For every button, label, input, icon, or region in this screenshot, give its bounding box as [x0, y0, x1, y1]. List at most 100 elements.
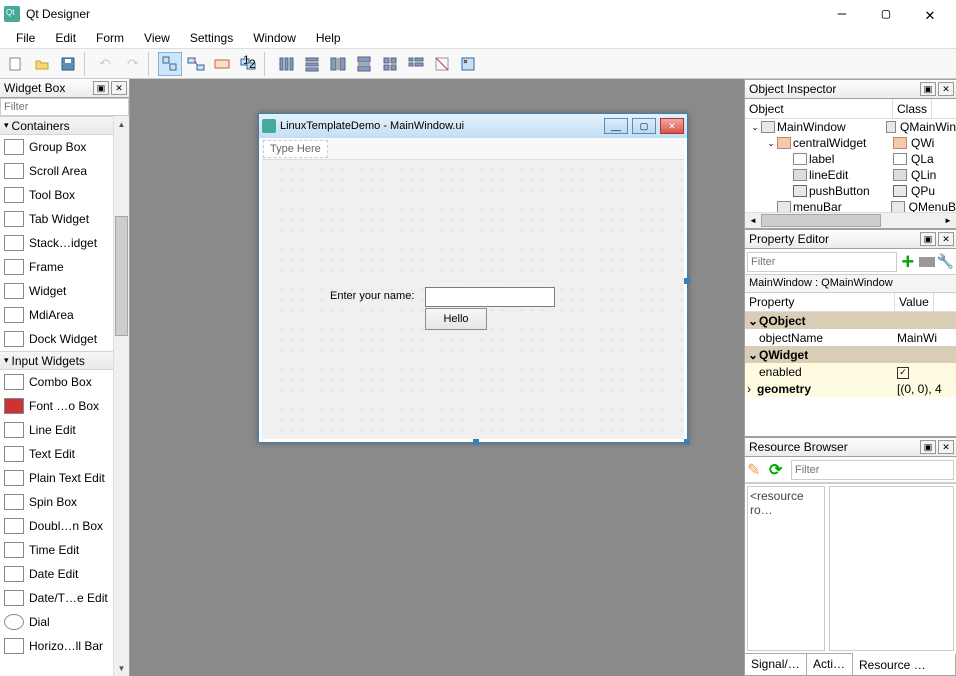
add-property-icon[interactable]: +: [899, 251, 917, 273]
form-window[interactable]: LinuxTemplateDemo - MainWindow.ui __ ▢ ✕…: [258, 113, 688, 443]
object-column[interactable]: Object: [745, 99, 893, 118]
resource-filter-input[interactable]: [791, 460, 954, 480]
form-maximize-button[interactable]: ▢: [632, 118, 656, 134]
break-layout-icon[interactable]: [430, 52, 454, 76]
form-minimize-button[interactable]: __: [604, 118, 628, 134]
object-row-MainWindow[interactable]: ⌄MainWindowQMainWin: [745, 119, 956, 135]
prop-section-qwidget[interactable]: ⌄QWidget: [745, 346, 956, 363]
layout-horizontal-icon[interactable]: [274, 52, 298, 76]
widget-item-tabwidget[interactable]: Tab Widget: [0, 207, 129, 231]
menu-view[interactable]: View: [134, 29, 180, 47]
widget-item-textedit[interactable]: Text Edit: [0, 442, 129, 466]
menu-settings[interactable]: Settings: [180, 29, 243, 47]
widget-box-category-containers[interactable]: ▾Containers: [0, 116, 129, 135]
object-inspector-close-button[interactable]: ✕: [938, 82, 954, 96]
window-minimize-button[interactable]: —: [820, 0, 864, 28]
mdi-area[interactable]: LinuxTemplateDemo - MainWindow.ui __ ▢ ✕…: [130, 79, 744, 676]
prop-row-enabled[interactable]: enabled✓: [745, 363, 956, 380]
resize-handle-e[interactable]: [684, 278, 690, 284]
form-titlebar[interactable]: LinuxTemplateDemo - MainWindow.ui __ ▢ ✕: [259, 114, 687, 138]
property-grid[interactable]: ⌄QObject objectNameMainWi ⌄QWidget enabl…: [745, 312, 956, 422]
new-form-icon[interactable]: [4, 52, 28, 76]
class-column[interactable]: Class: [893, 99, 932, 118]
layout-vsplit-icon[interactable]: [352, 52, 376, 76]
widget-item-doublespinbox[interactable]: Doubl…n Box: [0, 514, 129, 538]
undo-icon[interactable]: [94, 52, 118, 76]
object-row-menuBar[interactable]: menuBarQMenuB: [745, 199, 956, 212]
enabled-checkbox[interactable]: ✓: [897, 367, 909, 379]
layout-form-icon[interactable]: [404, 52, 428, 76]
type-here-placeholder[interactable]: Type Here: [263, 140, 328, 158]
widget-item-groupbox[interactable]: Group Box: [0, 135, 129, 159]
menu-form[interactable]: Form: [86, 29, 134, 47]
edit-widgets-icon[interactable]: [158, 52, 182, 76]
widget-item-dockwidget[interactable]: Dock Widget: [0, 327, 129, 351]
edit-buddies-icon[interactable]: [210, 52, 234, 76]
menu-help[interactable]: Help: [306, 29, 351, 47]
adjust-size-icon[interactable]: [456, 52, 480, 76]
property-filter-input[interactable]: [747, 252, 897, 272]
resource-browser-close-button[interactable]: ✕: [938, 440, 954, 454]
menu-file[interactable]: File: [6, 29, 45, 47]
property-editor-float-button[interactable]: ▣: [920, 232, 936, 246]
widget-box-scrollbar[interactable]: ▲ ▼: [113, 116, 129, 676]
save-icon[interactable]: [56, 52, 80, 76]
edit-resources-icon[interactable]: ✎: [747, 460, 767, 480]
object-tree-hscrollbar[interactable]: ◄ ►: [745, 212, 956, 228]
resize-handle-s[interactable]: [473, 439, 479, 445]
window-maximize-button[interactable]: ▢: [864, 0, 908, 28]
prop-row-objectname[interactable]: objectNameMainWi: [745, 329, 956, 346]
scroll-thumb[interactable]: [115, 216, 128, 336]
widget-item-dateedit[interactable]: Date Edit: [0, 562, 129, 586]
form-hello-button[interactable]: Hello: [425, 308, 487, 330]
prop-row-geometry[interactable]: ›geometry[(0, 0), 4: [745, 380, 956, 397]
widget-item-toolbox[interactable]: Tool Box: [0, 183, 129, 207]
tab-action-editor[interactable]: Acti…: [807, 654, 853, 675]
resize-handle-se[interactable]: [684, 439, 690, 445]
widget-item-fontcombox[interactable]: Font …o Box: [0, 394, 129, 418]
reload-resources-icon[interactable]: ⟳: [769, 460, 789, 480]
layout-vertical-icon[interactable]: [300, 52, 324, 76]
widget-item-combobox[interactable]: Combo Box: [0, 370, 129, 394]
widget-box-close-button[interactable]: ✕: [111, 81, 127, 95]
widget-item-frame[interactable]: Frame: [0, 255, 129, 279]
widget-box-category-inputs[interactable]: ▾Input Widgets: [0, 351, 129, 370]
widget-item-hscrollbar[interactable]: Horizo…ll Bar: [0, 634, 129, 658]
widget-item-stackedwidget[interactable]: Stack…idget: [0, 231, 129, 255]
property-editor-close-button[interactable]: ✕: [938, 232, 954, 246]
layout-hsplit-icon[interactable]: [326, 52, 350, 76]
resource-preview[interactable]: [829, 486, 954, 651]
widget-item-lineedit[interactable]: Line Edit: [0, 418, 129, 442]
object-row-lineEdit[interactable]: lineEditQLin: [745, 167, 956, 183]
menu-window[interactable]: Window: [243, 29, 306, 47]
form-close-button[interactable]: ✕: [660, 118, 684, 134]
widget-item-timeedit[interactable]: Time Edit: [0, 538, 129, 562]
form-label-enter-name[interactable]: Enter your name:: [330, 290, 414, 302]
widget-item-scrollarea[interactable]: Scroll Area: [0, 159, 129, 183]
object-row-pushButton[interactable]: pushButtonQPu: [745, 183, 956, 199]
property-settings-icon[interactable]: 🔧: [937, 253, 954, 270]
scroll-down-icon[interactable]: ▼: [114, 660, 129, 676]
widget-box-float-button[interactable]: ▣: [93, 81, 109, 95]
scroll-left-icon[interactable]: ◄: [745, 213, 761, 228]
redo-icon[interactable]: [120, 52, 144, 76]
layout-grid-icon[interactable]: [378, 52, 402, 76]
menu-edit[interactable]: Edit: [45, 29, 86, 47]
object-row-label[interactable]: labelQLa: [745, 151, 956, 167]
window-close-button[interactable]: ✕: [908, 0, 952, 28]
widget-item-dial[interactable]: Dial: [0, 610, 129, 634]
widget-box-filter-input[interactable]: [0, 98, 129, 116]
widget-item-spinbox[interactable]: Spin Box: [0, 490, 129, 514]
widget-item-datetimeedit[interactable]: Date/T…e Edit: [0, 586, 129, 610]
tab-signals-slots[interactable]: Signal/Sl…: [745, 654, 807, 675]
resource-browser-float-button[interactable]: ▣: [920, 440, 936, 454]
resource-tree[interactable]: <resource ro…: [747, 486, 825, 651]
tab-resource-browser[interactable]: Resource …: [853, 653, 956, 675]
object-row-centralWidget[interactable]: ⌄centralWidgetQWi: [745, 135, 956, 151]
edit-signals-icon[interactable]: [184, 52, 208, 76]
open-icon[interactable]: [30, 52, 54, 76]
value-column[interactable]: Value: [895, 293, 934, 311]
property-column[interactable]: Property: [745, 293, 895, 311]
edit-tab-order-icon[interactable]: 12: [236, 52, 260, 76]
form-canvas[interactable]: Enter your name: Hello: [262, 160, 684, 439]
